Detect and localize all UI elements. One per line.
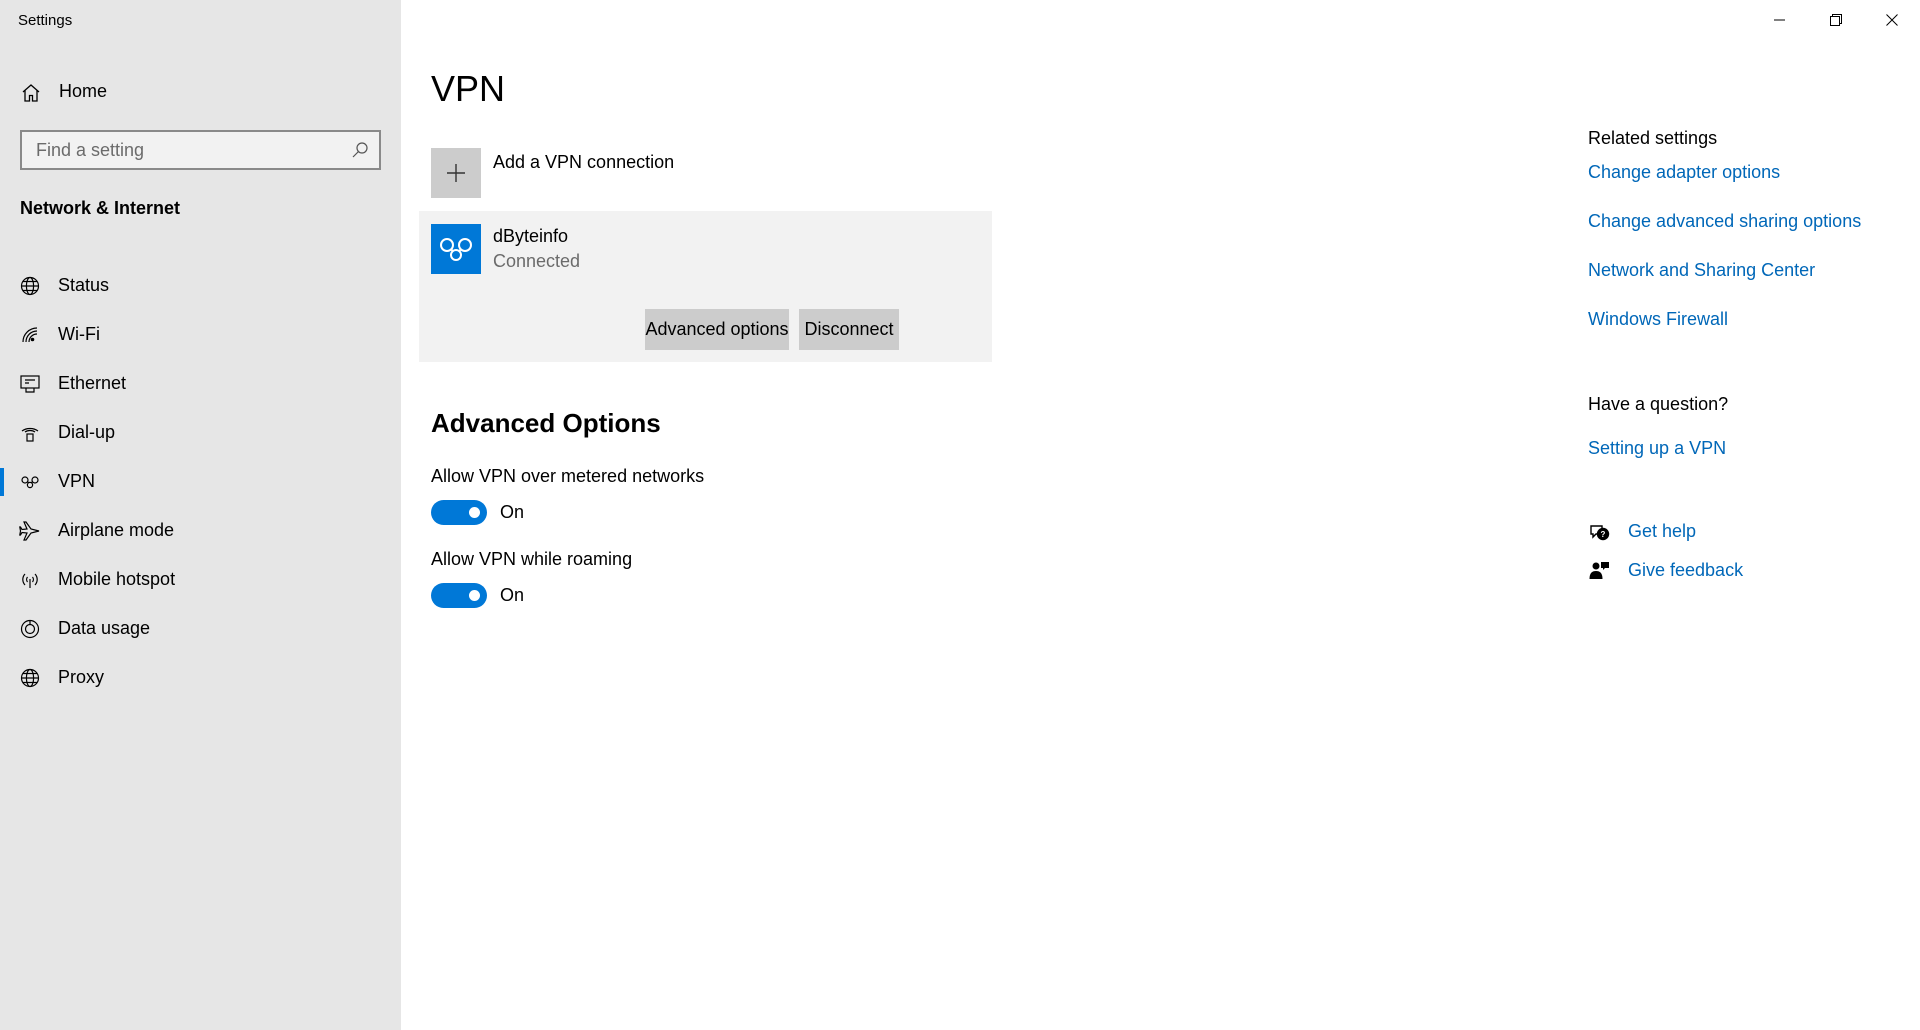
windows-firewall-link[interactable]: Windows Firewall — [1588, 309, 1728, 330]
svg-text:?: ? — [1601, 530, 1606, 539]
get-help-icon: ? — [1590, 525, 1610, 541]
add-vpn-label: Add a VPN connection — [493, 152, 675, 172]
minimize-icon — [1774, 19, 1785, 21]
sidebar-item-label: Home — [59, 81, 108, 101]
close-button[interactable] — [1864, 0, 1920, 40]
sidebar-item-label: Mobile hotspot — [58, 569, 176, 589]
change-advanced-sharing-options-link[interactable]: Change advanced sharing options — [1588, 211, 1861, 232]
roaming-toggle[interactable] — [431, 583, 487, 608]
wifi-icon — [22, 327, 38, 343]
related-settings-title: Related settings — [1588, 128, 1718, 148]
feedback-icon — [1589, 562, 1609, 579]
setting-up-vpn-link[interactable]: Setting up a VPN — [1588, 438, 1726, 459]
search-icon[interactable] — [351, 141, 369, 159]
network-and-sharing-center-link[interactable]: Network and Sharing Center — [1588, 260, 1815, 281]
restore-button[interactable] — [1808, 0, 1864, 40]
add-vpn-connection-button[interactable]: Add a VPN connection — [431, 148, 991, 200]
vpn-icon — [21, 476, 39, 489]
sidebar-item-wifi[interactable]: Wi-Fi — [0, 311, 401, 359]
sidebar: Settings Home Network & Internet Status … — [0, 0, 401, 1030]
sidebar-item-ethernet[interactable]: Ethernet — [0, 360, 401, 408]
close-icon — [1886, 14, 1898, 26]
metered-networks-toggle[interactable] — [431, 500, 487, 525]
vpn-connection-status: Connected — [493, 251, 581, 271]
get-help-label: Get help — [1628, 521, 1697, 541]
toggle-knob — [469, 590, 480, 601]
sidebar-item-label: Proxy — [58, 667, 105, 687]
have-a-question-title: Have a question? — [1588, 394, 1729, 414]
plus-icon — [447, 164, 465, 182]
advanced-options-button[interactable]: Advanced options — [645, 309, 789, 350]
sidebar-item-airplane-mode[interactable]: Airplane mode — [0, 507, 401, 555]
add-vpn-tile — [431, 148, 481, 198]
change-adapter-options-link[interactable]: Change adapter options — [1588, 162, 1780, 183]
metered-networks-state: On — [500, 502, 525, 522]
advanced-options-heading: Advanced Options — [431, 408, 661, 438]
vpn-connection-card[interactable]: dByteinfo Connected Advanced options Dis… — [419, 211, 992, 362]
dialup-icon — [21, 427, 39, 442]
sidebar-item-dialup[interactable]: Dial-up — [0, 409, 401, 457]
sidebar-item-label: Airplane mode — [58, 520, 175, 540]
main-content: VPN Add a VPN connection dByteinfo Conne… — [401, 0, 1920, 1030]
globe-status-icon — [20, 276, 40, 296]
sidebar-item-label: Ethernet — [58, 373, 127, 393]
sidebar-item-label: Status — [58, 275, 110, 295]
home-icon — [22, 84, 40, 102]
vpn-icon — [440, 238, 472, 261]
sidebar-item-status[interactable]: Status — [0, 262, 401, 310]
hotspot-icon — [22, 573, 38, 588]
globe-icon — [20, 668, 40, 688]
app-title: Settings — [18, 12, 73, 29]
vpn-connection-logo — [431, 224, 481, 274]
sidebar-item-label: Dial-up — [58, 422, 116, 442]
disconnect-button[interactable]: Disconnect — [799, 309, 899, 350]
sidebar-item-vpn[interactable]: VPN — [0, 458, 401, 506]
sidebar-item-home[interactable]: Home — [0, 72, 401, 112]
sidebar-item-label: VPN — [58, 471, 96, 491]
section-title: Network & Internet — [20, 198, 181, 218]
search-box — [20, 130, 381, 170]
sidebar-item-label: Wi-Fi — [58, 324, 100, 344]
page-title: VPN — [431, 68, 506, 109]
roaming-label: Allow VPN while roaming — [431, 549, 633, 569]
sidebar-item-label: Data usage — [58, 618, 151, 638]
sidebar-item-mobile-hotspot[interactable]: Mobile hotspot — [0, 556, 401, 604]
ethernet-icon — [20, 375, 40, 393]
sidebar-item-proxy[interactable]: Proxy — [0, 654, 401, 702]
data-usage-icon — [20, 619, 40, 639]
airplane-icon — [19, 521, 40, 541]
minimize-button[interactable] — [1752, 0, 1808, 40]
sidebar-item-data-usage[interactable]: Data usage — [0, 605, 401, 653]
roaming-state: On — [500, 585, 525, 605]
active-indicator — [0, 468, 4, 496]
search-input[interactable] — [22, 132, 342, 168]
give-feedback-label: Give feedback — [1628, 560, 1744, 580]
vpn-connection-name: dByteinfo — [493, 226, 569, 246]
toggle-knob — [469, 507, 480, 518]
restore-icon — [1830, 14, 1842, 26]
metered-networks-label: Allow VPN over metered networks — [431, 466, 705, 486]
